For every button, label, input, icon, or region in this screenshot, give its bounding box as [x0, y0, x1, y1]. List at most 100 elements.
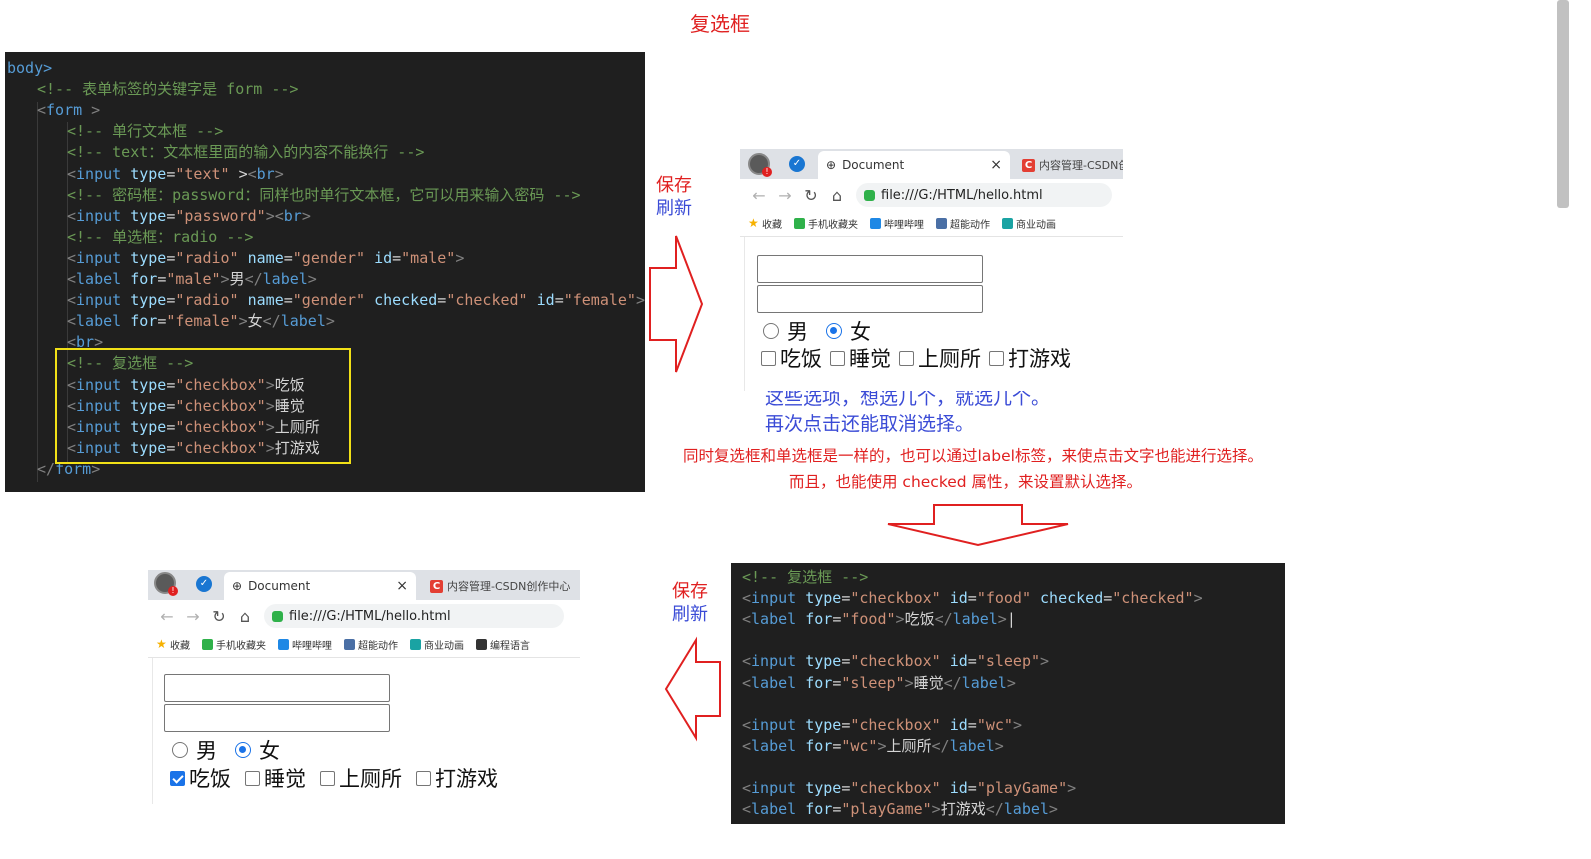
- back-icon[interactable]: ←: [746, 186, 772, 205]
- bookmark-item[interactable]: 商业动画: [1002, 216, 1056, 231]
- checkbox[interactable]: [830, 350, 845, 366]
- address-bar[interactable]: file:///G:/HTML/hello.html: [856, 183, 1112, 207]
- tab-document[interactable]: ⊕ Document ×: [224, 572, 416, 600]
- radio-female[interactable]: [235, 742, 251, 758]
- bookmark-item[interactable]: 手机收藏夹: [794, 216, 858, 231]
- checkbox-label[interactable]: 上厕所: [339, 763, 402, 793]
- close-icon[interactable]: ×: [396, 578, 408, 594]
- bookmark-item[interactable]: 超能动作: [936, 216, 990, 231]
- bookmark-icon: ★: [748, 216, 759, 230]
- bookmark-item[interactable]: 编程语言: [476, 637, 530, 652]
- tab-bar: ! ✓ ⊕ Document × C 内容管理-CSDN创作中心: [148, 570, 580, 600]
- back-icon[interactable]: ←: [154, 607, 180, 626]
- checkbox-label[interactable]: 打游戏: [435, 763, 498, 793]
- bookmark-item[interactable]: 哔哩哔哩: [870, 216, 924, 231]
- label-female[interactable]: 女: [259, 735, 280, 765]
- text-input[interactable]: [164, 674, 390, 702]
- arrow-left-icon: [664, 636, 721, 742]
- code-line: <input type="checkbox" id="sleep">: [742, 652, 1050, 671]
- bookmark-icon: ★: [156, 637, 167, 651]
- radio-male[interactable]: [172, 742, 188, 758]
- bookmark-icon: [202, 639, 213, 650]
- text-input[interactable]: [757, 255, 983, 283]
- bookmark-item[interactable]: 超能动作: [344, 637, 398, 652]
- code-line: <!-- text：文本框里面的输入的内容不能换行 -->: [67, 143, 425, 162]
- code-line: <!-- 单选框：radio -->: [67, 227, 254, 246]
- checkbox[interactable]: [245, 770, 260, 786]
- address-bar[interactable]: file:///G:/HTML/hello.html: [264, 604, 564, 628]
- forward-icon[interactable]: →: [180, 607, 206, 626]
- checkbox[interactable]: [761, 350, 776, 366]
- reload-icon[interactable]: ↻: [206, 607, 232, 626]
- code-line: <form >: [37, 101, 101, 120]
- code-line: <!-- 单行文本框 -->: [67, 122, 224, 141]
- close-icon[interactable]: ×: [990, 157, 1002, 173]
- home-icon[interactable]: ⌂: [824, 186, 850, 205]
- note-checked-attr: 而且，也能使用 checked 属性，来设置默认选择。: [789, 473, 1143, 491]
- checkbox[interactable]: [320, 770, 335, 786]
- code-line: body>: [7, 59, 53, 77]
- radio-male[interactable]: [763, 323, 779, 339]
- csdn-icon: C: [430, 579, 443, 593]
- extension-icon[interactable]: ✓: [789, 156, 805, 172]
- gender-radio-row: 男 女: [172, 735, 280, 765]
- arrow-down-icon: [887, 504, 1069, 547]
- navigation-bar: ← → ↻ ⌂ file:///G:/HTML/hello.html: [148, 600, 580, 632]
- code-line: <input type="checkbox" id="wc">: [742, 715, 1022, 734]
- bookmarks-bar: ★ 收藏 手机收藏夹 哔哩哔哩 超能动作 商业动画 编程语言: [148, 632, 580, 658]
- bookmark-item[interactable]: 商业动画: [410, 637, 464, 652]
- bookmark-item[interactable]: ★ 收藏: [156, 637, 190, 652]
- code-line: <label for="food">吃饭</label>|: [742, 610, 1016, 629]
- code-line: <input type="checkbox" id="food" checked…: [742, 589, 1203, 608]
- checkbox-label[interactable]: 睡觉: [849, 343, 891, 373]
- radio-female[interactable]: [826, 323, 842, 339]
- checkbox-label[interactable]: 吃饭: [780, 343, 822, 373]
- reload-icon[interactable]: ↻: [798, 186, 824, 205]
- tab-document[interactable]: ⊕ Document ×: [818, 151, 1010, 179]
- code-line: <!-- 复选框 -->: [742, 568, 869, 586]
- checkbox[interactable]: [989, 350, 1004, 366]
- checkbox[interactable]: [899, 350, 914, 366]
- tab-csdn[interactable]: C 内容管理-CSDN创作中心: [430, 574, 570, 598]
- checkbox-label[interactable]: 上厕所: [918, 343, 981, 373]
- code-line: <input type="radio" name="gender" checke…: [67, 291, 645, 310]
- browser-window-bottom: ! ✓ ⊕ Document × C 内容管理-CSDN创作中心 ← → ↻ ⌂…: [148, 570, 580, 804]
- code-line: <input type="checkbox" id="playGame">: [742, 779, 1077, 797]
- label-male[interactable]: 男: [787, 316, 808, 346]
- forward-icon[interactable]: →: [772, 186, 798, 205]
- notification-badge: !: [762, 167, 772, 177]
- password-input[interactable]: [757, 285, 983, 313]
- checkbox[interactable]: [170, 770, 185, 786]
- extension-icon[interactable]: ✓: [196, 576, 212, 592]
- bookmark-icon: [794, 218, 805, 229]
- bookmarks-bar: ★ 收藏 手机收藏夹 哔哩哔哩 超能动作 商业动画: [740, 211, 1123, 237]
- globe-icon: ⊕: [232, 579, 243, 593]
- code-line: <label for="male">男</label>: [67, 270, 317, 288]
- checkbox[interactable]: [416, 770, 431, 786]
- bookmark-item[interactable]: ★ 收藏: [748, 216, 782, 231]
- tab-bar: ! ✓ ⊕ Document × C 内容管理-CSDN创: [740, 149, 1123, 179]
- code-line: <label for="female">女</label>: [67, 312, 335, 331]
- bookmark-icon: [278, 639, 289, 650]
- save-refresh-label-top: 保存 刷新: [656, 175, 692, 219]
- home-icon[interactable]: ⌂: [232, 607, 258, 626]
- checkbox-label[interactable]: 睡觉: [264, 763, 306, 793]
- checkbox-label[interactable]: 吃饭: [189, 763, 231, 793]
- code-line: <!-- 密码框：password：同样也时单行文本框，它可以用来输入密码 --…: [67, 185, 581, 204]
- code-line: <!-- 表单标签的关键字是 form -->: [37, 80, 299, 99]
- checkbox-label[interactable]: 打游戏: [1008, 343, 1071, 373]
- tab-csdn[interactable]: C 内容管理-CSDN创: [1022, 153, 1123, 177]
- globe-icon: ⊕: [826, 158, 837, 172]
- page-content: 男 女 吃饭 睡觉 上厕所 打游戏: [152, 658, 580, 804]
- save-refresh-label-bottom: 保存 刷新: [672, 581, 708, 625]
- bookmark-icon: [870, 218, 881, 229]
- tab-title: Document: [842, 158, 905, 172]
- label-female[interactable]: 女: [850, 316, 871, 346]
- bookmark-item[interactable]: 手机收藏夹: [202, 637, 266, 652]
- bookmark-item[interactable]: 哔哩哔哩: [278, 637, 332, 652]
- password-input[interactable]: [164, 704, 390, 732]
- code-line: <label for="wc">上厕所</label>: [742, 736, 1004, 755]
- page-scrollbar[interactable]: [1557, 0, 1569, 208]
- code-line: <label for="playGame">打游戏</label>: [742, 800, 1058, 819]
- label-male[interactable]: 男: [196, 735, 217, 765]
